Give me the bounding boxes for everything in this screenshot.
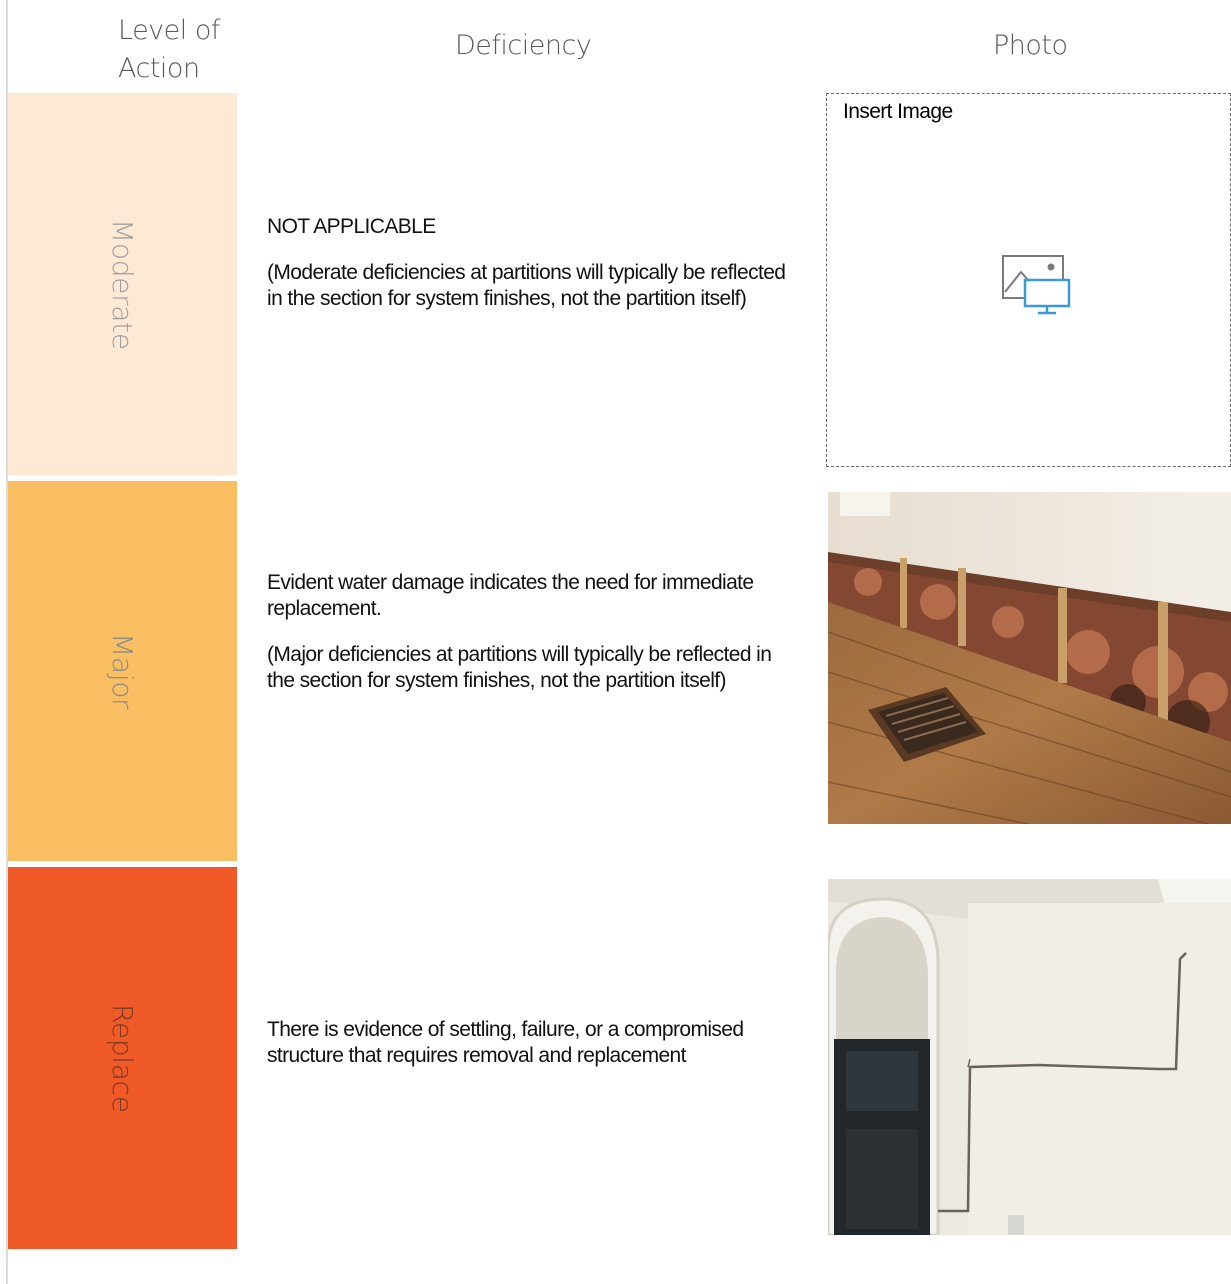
level-label-moderate: Moderate (106, 218, 139, 350)
insert-image-placeholder[interactable]: Insert Image (826, 93, 1231, 467)
level-cell-major: Major (8, 481, 237, 861)
insert-picture-icon (1002, 255, 1071, 315)
deficiency-title-moderate: NOT APPLICABLE (267, 215, 436, 238)
header-photo: Photo (993, 30, 1068, 61)
level-label-major: Major (106, 632, 139, 710)
deficiency-cell-moderate: NOT APPLICABLE (Moderate deficiencies at… (267, 214, 787, 312)
deficiency-title-major: Evident water damage indicates the need … (267, 571, 754, 620)
level-cell-moderate: Moderate (8, 93, 237, 475)
header-deficiency: Deficiency (455, 30, 592, 61)
level-label-replace: Replace (106, 1003, 139, 1113)
deficiency-cell-major: Evident water damage indicates the need … (267, 570, 787, 694)
deficiency-note-moderate: (Moderate deficiencies at partitions wil… (267, 261, 786, 310)
deficiency-note-major: (Major deficiencies at partitions will t… (267, 643, 772, 692)
photo-water-damage (828, 492, 1231, 824)
deficiency-title-replace: There is evidence of settling, failure, … (267, 1018, 744, 1067)
deficiency-cell-replace: There is evidence of settling, failure, … (267, 1017, 787, 1069)
level-cell-replace: Replace (8, 867, 237, 1249)
insert-image-label: Insert Image (843, 100, 953, 123)
header-level-of-action: Level of Action (118, 15, 220, 84)
photo-settling-crack (828, 879, 1231, 1235)
